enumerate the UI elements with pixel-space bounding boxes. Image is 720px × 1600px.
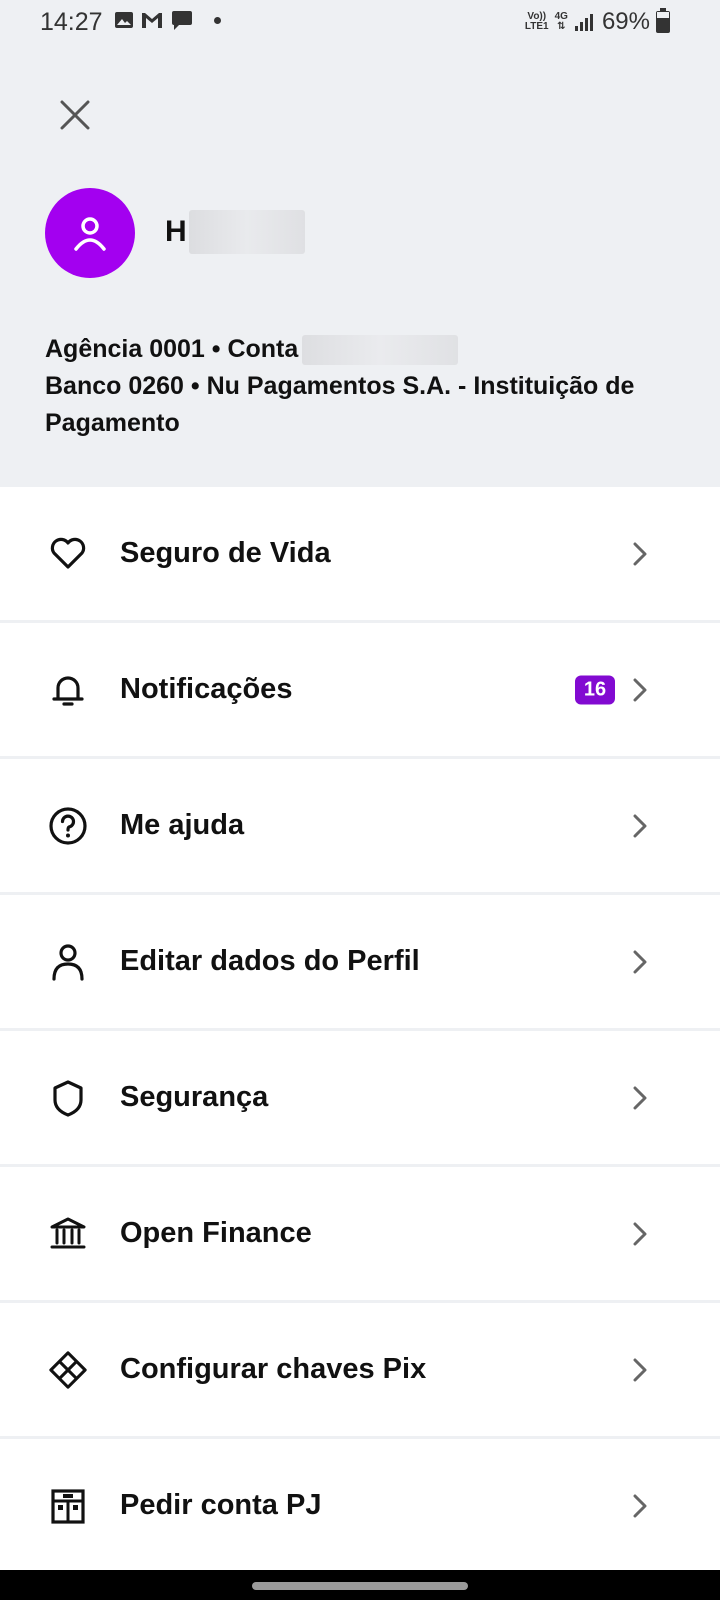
system-nav-bar: [0, 1570, 720, 1600]
account-line: Agência 0001 • Conta: [45, 331, 685, 368]
menu-item-label: Editar dados do Perfil: [120, 945, 420, 977]
user-name-redacted: [188, 210, 305, 254]
menu-item-editar-perfil[interactable]: Editar dados do Perfil: [0, 895, 720, 1031]
battery-icon: [656, 8, 670, 33]
bell-icon: [48, 670, 88, 710]
menu-item-label: Me ajuda: [120, 809, 245, 841]
chevron-right-icon: [630, 1491, 650, 1521]
user-name-initial: H: [165, 215, 187, 248]
chevron-right-icon: [630, 1355, 650, 1385]
volte-indicator: Vo)) LTE1: [524, 11, 549, 32]
menu-item-label: Notificações: [120, 673, 293, 705]
chevron-right-icon: [630, 675, 650, 705]
heart-icon: [48, 534, 88, 574]
signal-icon: [574, 14, 593, 31]
gallery-icon: [115, 12, 133, 28]
bank-icon: [48, 1214, 88, 1254]
menu-item-open-finance[interactable]: Open Finance: [0, 1167, 720, 1303]
close-icon: [60, 100, 90, 130]
person-icon: [48, 942, 88, 982]
chevron-right-icon: [630, 539, 650, 569]
menu-item-label: Pedir conta PJ: [120, 1489, 322, 1521]
profile-menu: Seguro de Vida Notificações 16 Me ajuda …: [0, 487, 720, 1575]
account-info: Agência 0001 • Conta Banco 0260 • Nu Pag…: [45, 331, 685, 442]
status-time: 14:27: [40, 8, 103, 36]
menu-item-seguro-de-vida[interactable]: Seguro de Vida: [0, 487, 720, 623]
menu-item-chaves-pix[interactable]: Configurar chaves Pix: [0, 1303, 720, 1439]
chevron-right-icon: [630, 1219, 650, 1249]
battery-percent: 69%: [601, 8, 650, 35]
chevron-right-icon: [630, 1083, 650, 1113]
menu-item-notificacoes[interactable]: Notificações 16: [0, 623, 720, 759]
account-number-redacted: [302, 335, 459, 366]
menu-item-label: Seguro de Vida: [120, 537, 331, 569]
gmail-icon: [142, 13, 162, 28]
menu-item-seguranca[interactable]: Segurança: [0, 1031, 720, 1167]
menu-item-me-ajuda[interactable]: Me ajuda: [0, 759, 720, 895]
pix-icon: [48, 1350, 88, 1390]
home-gesture-handle[interactable]: [252, 1582, 468, 1590]
user-icon: [74, 217, 106, 251]
shield-icon: [48, 1078, 88, 1118]
chat-icon: [172, 11, 192, 30]
menu-item-label: Open Finance: [120, 1217, 312, 1249]
status-bar: 14:27 Vo)) LTE1 4G ⇅ 69%: [0, 0, 720, 46]
close-button[interactable]: [54, 94, 96, 136]
chevron-right-icon: [630, 811, 650, 841]
menu-item-label: Segurança: [120, 1081, 269, 1113]
network-type-indicator: 4G ⇅: [554, 11, 568, 32]
notification-count-badge: 16: [575, 675, 615, 704]
menu-item-conta-pj[interactable]: Pedir conta PJ: [0, 1439, 720, 1575]
notification-icons: [114, 9, 221, 31]
avatar[interactable]: [45, 188, 135, 278]
building-icon: [48, 1486, 88, 1526]
menu-item-label: Configurar chaves Pix: [120, 1353, 427, 1385]
system-status-icons: Vo)) LTE1 4G ⇅ 69%: [525, 8, 670, 36]
chevron-right-icon: [630, 947, 650, 977]
user-name: H: [165, 210, 305, 254]
profile-header: H Agência 0001 • Conta Banco 0260 • Nu P…: [0, 46, 720, 487]
bank-line: Banco 0260 • Nu Pagamentos S.A. - Instit…: [45, 372, 635, 437]
more-notifications-dot: [214, 16, 221, 24]
help-circle-icon: [48, 806, 88, 846]
